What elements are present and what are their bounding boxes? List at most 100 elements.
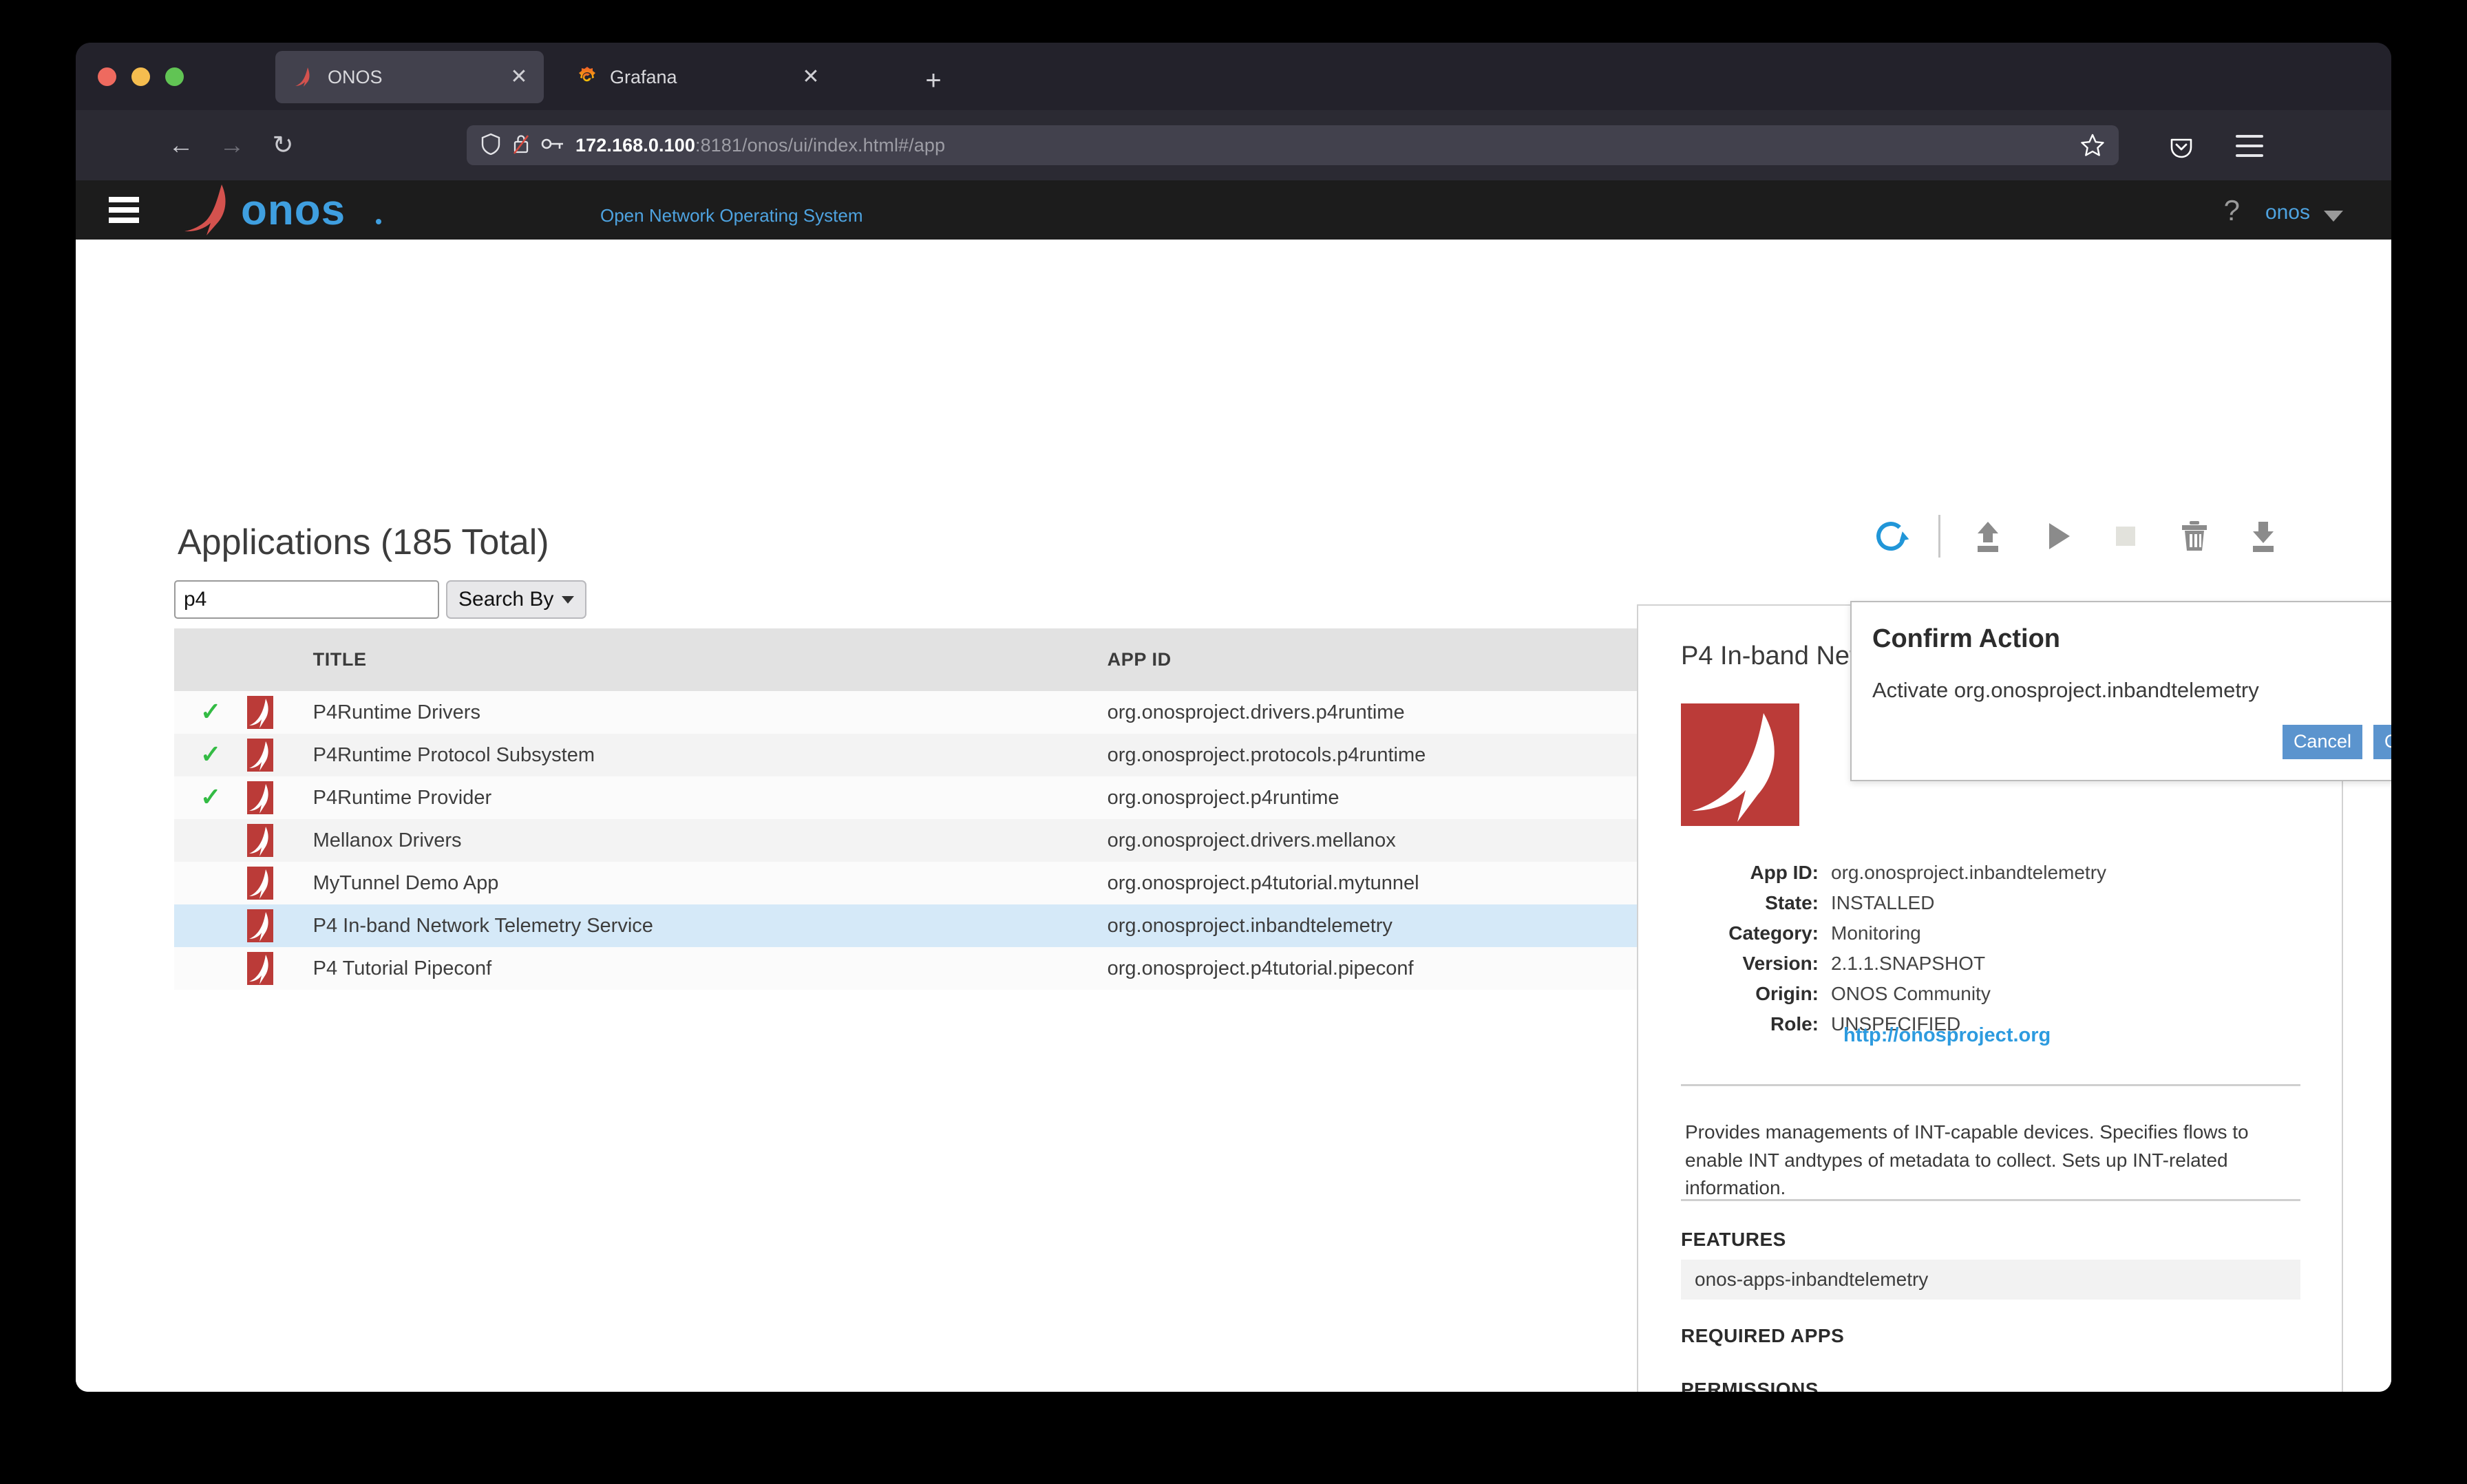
dialog-title: Confirm Action bbox=[1872, 624, 2061, 653]
application-icon bbox=[1681, 703, 1799, 826]
cancel-button[interactable]: Cancel bbox=[2282, 725, 2362, 759]
row-app-id: org.onosproject.p4runtime bbox=[1107, 786, 1340, 809]
nav-menu-icon[interactable] bbox=[109, 197, 139, 223]
page-title: Applications (185 Total) bbox=[178, 522, 549, 562]
column-header-app-id[interactable]: APP ID bbox=[1107, 628, 1655, 691]
app-bird-icon bbox=[247, 781, 274, 814]
detail-property-value: org.onosproject.inbandtelemetry bbox=[1831, 862, 2107, 883]
new-tab-icon[interactable]: + bbox=[919, 67, 948, 96]
minimize-window-button[interactable] bbox=[131, 67, 150, 86]
detail-property-label: Role: bbox=[1770, 1013, 1819, 1035]
svg-text:onos: onos bbox=[241, 187, 346, 234]
row-app-icon-cell bbox=[247, 734, 313, 776]
row-active-state bbox=[174, 819, 247, 862]
chevron-down-icon[interactable] bbox=[2324, 211, 2343, 222]
refresh-icon[interactable] bbox=[1870, 515, 1912, 558]
user-name[interactable]: onos bbox=[2265, 201, 2310, 224]
shield-icon bbox=[480, 133, 501, 158]
close-icon[interactable]: ✕ bbox=[798, 65, 823, 89]
row-active-state bbox=[174, 862, 247, 904]
row-active-state bbox=[174, 904, 247, 947]
bookmark-star-icon[interactable] bbox=[2080, 133, 2105, 158]
row-title: Mellanox Drivers bbox=[313, 829, 462, 851]
tab-label: ONOS bbox=[328, 66, 383, 87]
detail-property-value: 2.1.1.SNAPSHOT bbox=[1831, 953, 1986, 974]
application-description: Provides managements of INT-capable devi… bbox=[1685, 1121, 2249, 1199]
column-header-icon[interactable] bbox=[247, 628, 313, 691]
upload-icon[interactable] bbox=[1967, 515, 2009, 558]
row-active-state: ✓ bbox=[174, 734, 247, 776]
row-title: P4 In-band Network Telemetry Service bbox=[313, 914, 653, 937]
search-by-label: Search By bbox=[458, 588, 554, 611]
row-title: P4Runtime Provider bbox=[313, 786, 492, 809]
app-bird-icon bbox=[247, 952, 274, 985]
check-icon: ✓ bbox=[200, 697, 222, 725]
row-title: P4 Tutorial Pipeconf bbox=[313, 957, 492, 979]
browser-tab-strip: ONOS ✕ Grafana ✕ + bbox=[76, 43, 2391, 110]
reload-icon[interactable]: ↻ bbox=[266, 128, 300, 162]
onos-masthead: onos Open Network Operating System ? ono… bbox=[76, 180, 2391, 240]
search-input[interactable] bbox=[174, 580, 439, 619]
onos-tagline: Open Network Operating System bbox=[600, 205, 863, 226]
row-app-id: org.onosproject.inbandtelemetry bbox=[1107, 914, 1393, 937]
features-heading: FEATURES bbox=[1681, 1229, 1786, 1250]
check-icon: ✓ bbox=[200, 783, 222, 811]
lock-crossed-icon bbox=[512, 133, 530, 158]
browser-nav-bar: ← → ↻ 172.168.0.100:8181/onos/ui/index.h… bbox=[76, 110, 2391, 180]
tab-label: Grafana bbox=[610, 66, 677, 87]
detail-property-row: Version: 2.1.1.SNAPSHOT bbox=[1666, 953, 2285, 975]
column-header-state[interactable] bbox=[174, 628, 248, 691]
dialog-button-group: Cancel OK bbox=[2282, 725, 2391, 759]
check-icon: ✓ bbox=[200, 740, 222, 768]
forward-icon[interactable]: → bbox=[215, 128, 249, 162]
dialog-message: Activate org.onosproject.inbandtelemetry bbox=[1872, 678, 2259, 702]
deactivate-icon[interactable] bbox=[2104, 515, 2147, 558]
back-icon[interactable]: ← bbox=[164, 128, 198, 162]
close-window-button[interactable] bbox=[98, 67, 116, 86]
onos-logo: onos bbox=[172, 183, 599, 237]
activate-icon[interactable] bbox=[2035, 515, 2078, 558]
row-active-state bbox=[174, 947, 247, 990]
search-by-dropdown[interactable]: Search By bbox=[446, 580, 587, 619]
divider bbox=[1681, 1199, 2300, 1201]
applications-toolbar bbox=[1870, 515, 2285, 558]
detail-property-value: Monitoring bbox=[1831, 922, 1921, 944]
row-app-icon-cell bbox=[247, 819, 313, 862]
confirm-action-dialog: Confirm Action Activate org.onosproject.… bbox=[1850, 601, 2391, 781]
pocket-icon[interactable] bbox=[2168, 134, 2194, 160]
row-app-icon-cell bbox=[247, 947, 313, 990]
row-active-state: ✓ bbox=[174, 776, 247, 819]
help-icon[interactable]: ? bbox=[2224, 194, 2240, 227]
app-bird-icon bbox=[247, 867, 274, 900]
row-app-icon-cell bbox=[247, 904, 313, 947]
detail-property-label: App ID: bbox=[1750, 862, 1819, 883]
maximize-window-button[interactable] bbox=[165, 67, 184, 86]
close-icon[interactable]: ✕ bbox=[507, 65, 531, 89]
detail-property-label: Version: bbox=[1742, 953, 1819, 974]
key-icon bbox=[541, 136, 564, 155]
window-traffic-lights bbox=[98, 67, 184, 86]
detail-property-label: Category: bbox=[1728, 922, 1819, 944]
delete-icon[interactable] bbox=[2173, 515, 2216, 558]
url-bar[interactable]: 172.168.0.100:8181/onos/ui/index.html#/a… bbox=[467, 125, 2119, 165]
divider bbox=[1681, 1084, 2300, 1086]
column-header-title[interactable]: TITLE bbox=[313, 628, 1108, 691]
permissions-heading: PERMISSIONS bbox=[1681, 1379, 1819, 1392]
ok-button[interactable]: OK bbox=[2373, 725, 2391, 759]
detail-property-label: State: bbox=[1765, 892, 1819, 913]
detail-property-row: State: INSTALLED bbox=[1666, 892, 2285, 914]
url-text: 172.168.0.100:8181/onos/ui/index.html#/a… bbox=[575, 134, 946, 156]
row-app-icon-cell bbox=[247, 776, 313, 819]
row-app-icon-cell bbox=[247, 691, 313, 734]
browser-tab-grafana[interactable]: Grafana ✕ bbox=[558, 51, 833, 103]
browser-tab-onos[interactable]: ONOS ✕ bbox=[275, 51, 544, 103]
row-app-id: org.onosproject.drivers.mellanox bbox=[1107, 829, 1396, 851]
detail-property-row: Origin: ONOS Community bbox=[1666, 983, 2285, 1005]
app-bird-icon bbox=[247, 824, 274, 857]
app-bird-icon bbox=[247, 909, 274, 942]
browser-menu-icon[interactable] bbox=[2236, 135, 2263, 158]
app-bird-icon bbox=[247, 739, 274, 772]
download-icon[interactable] bbox=[2242, 515, 2285, 558]
project-link[interactable]: http://onosproject.org bbox=[1843, 1024, 2051, 1047]
detail-property-value: ONOS Community bbox=[1831, 983, 1991, 1004]
